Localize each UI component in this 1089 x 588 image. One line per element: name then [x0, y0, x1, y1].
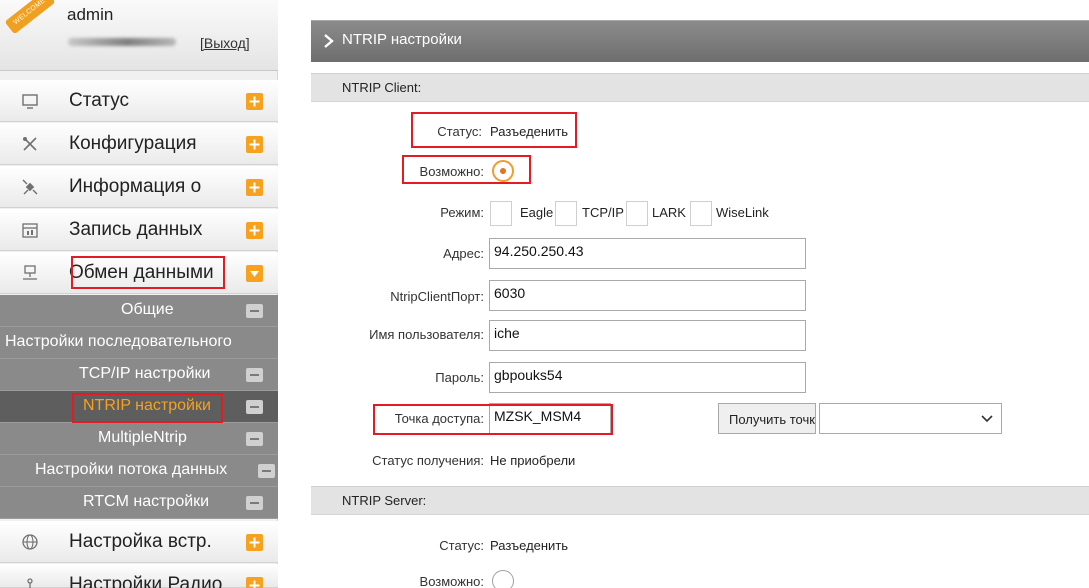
- expand-plus-icon[interactable]: [246, 222, 263, 239]
- port-label: NtripClientПорт:: [390, 289, 484, 304]
- minus-icon: [246, 432, 263, 446]
- tools-icon: [21, 135, 39, 153]
- client-status-value: Разъеденить: [490, 124, 569, 139]
- username-label: Имя пользователя:: [369, 327, 484, 342]
- sidebar-item-label: Настройка встр.: [69, 531, 212, 552]
- submenu-item-tcpip[interactable]: TCP/IP настройки: [0, 359, 278, 391]
- mode-label: Режим:: [440, 205, 484, 220]
- sidebar-item-label: Запись данных: [69, 219, 203, 240]
- sidebar-item-status[interactable]: Статус: [0, 80, 278, 122]
- submenu-item-rtcm[interactable]: RTCM настройки: [0, 487, 278, 519]
- sidebar-item-label: Конфигурация: [69, 133, 197, 154]
- calendar-icon: [21, 221, 39, 239]
- server-enable-radio[interactable]: [492, 570, 514, 588]
- sidebar-item-label: Информация о: [69, 176, 202, 197]
- client-status-label: Статус:: [437, 124, 482, 139]
- mountpoint-label: Точка доступа:: [394, 411, 484, 426]
- mode-checkbox-lark[interactable]: [626, 201, 648, 226]
- logout-link[interactable]: [Выход]: [200, 35, 250, 51]
- sidebar-item-data-exchange[interactable]: Обмен данными: [0, 252, 278, 294]
- submenu-item-label: RTCM настройки: [83, 493, 210, 510]
- page-title-bar: NTRIP настройки: [311, 20, 1089, 62]
- submenu-item-label: MultipleNtrip: [98, 429, 187, 446]
- sidebar-item-builtin-settings[interactable]: Настройка встр.: [0, 521, 278, 563]
- mountpoint-select[interactable]: [819, 403, 1002, 434]
- password-label: Пароль:: [435, 370, 484, 385]
- antenna-icon: [21, 576, 39, 588]
- welcome-badge: WELCOME: [4, 0, 56, 35]
- mode-option-label: TCP/IP: [582, 205, 624, 220]
- submenu-item-label: TCP/IP настройки: [79, 365, 211, 382]
- mode-checkbox-tcpip[interactable]: [555, 201, 577, 226]
- satellite-icon: [21, 178, 39, 196]
- expand-plus-icon[interactable]: [246, 534, 263, 551]
- monitor-icon: [21, 92, 39, 110]
- section-header-ntrip-client: NTRIP Client:: [311, 73, 1089, 102]
- client-enable-radio[interactable]: [492, 160, 514, 182]
- mode-checkbox-eagle[interactable]: [490, 201, 512, 226]
- minus-icon: [258, 464, 275, 478]
- mode-option-label: WiseLink: [716, 205, 769, 220]
- mountpoint-input[interactable]: MZSK_MSM4: [489, 403, 611, 434]
- user-ip-redacted: [68, 38, 176, 46]
- submenu-item-label: Настройки последовательного: [5, 333, 232, 350]
- network-icon: [21, 264, 39, 282]
- sidebar-item-label: Обмен данными: [69, 262, 214, 283]
- user-panel: WELCOME admin [Выход]: [0, 0, 278, 71]
- server-status-value: Разъеденить: [490, 538, 569, 553]
- user-name: admin: [67, 5, 114, 24]
- submenu-item-data-stream[interactable]: Настройки потока данных: [0, 455, 278, 487]
- submenu-item-label: Общие: [121, 301, 174, 318]
- submenu-item-multiplentrip[interactable]: MultipleNtrip: [0, 423, 278, 455]
- minus-icon: [246, 368, 263, 382]
- sidebar-item-satellite-info[interactable]: Информация о: [0, 166, 278, 208]
- collapse-arrow-icon[interactable]: [246, 265, 263, 282]
- expand-plus-icon[interactable]: [246, 136, 263, 153]
- mode-checkbox-wiselink[interactable]: [690, 201, 712, 226]
- submenu-item-label: NTRIP настройки: [83, 397, 211, 414]
- get-mountpoints-button[interactable]: Получить точки: [718, 403, 816, 434]
- expand-plus-icon[interactable]: [246, 577, 263, 588]
- minus-icon: [246, 304, 263, 318]
- minus-icon: [246, 400, 263, 414]
- fetch-status-label: Статус получения:: [372, 453, 484, 468]
- section-title: NTRIP Server:: [342, 493, 427, 508]
- app-root: WELCOME admin [Выход] Статус Конфигураци…: [0, 0, 1089, 588]
- submenu-item-serial[interactable]: Настройки последовательного: [0, 327, 278, 359]
- username-input[interactable]: iche: [489, 320, 806, 351]
- submenu-item-general[interactable]: Общие: [0, 295, 278, 327]
- sidebar-item-radio-settings[interactable]: Настройки Радио: [0, 564, 278, 588]
- sidebar: WELCOME admin [Выход] Статус Конфигураци…: [0, 0, 278, 588]
- fetch-status-value: Не приобрели: [490, 453, 576, 468]
- sidebar-item-configuration[interactable]: Конфигурация: [0, 123, 278, 165]
- sidebar-item-label: Статус: [69, 90, 130, 111]
- password-input[interactable]: gbpouks54: [489, 362, 806, 393]
- sidebar-item-data-logging[interactable]: Запись данных: [0, 209, 278, 251]
- section-title: NTRIP Client:: [342, 80, 422, 95]
- page-title: NTRIP настройки: [342, 31, 462, 48]
- server-status-label: Статус:: [439, 538, 484, 553]
- submenu-item-ntrip[interactable]: NTRIP настройки: [0, 391, 278, 423]
- chevron-right-icon: [322, 32, 336, 50]
- minus-icon: [246, 496, 263, 510]
- port-input[interactable]: 6030: [489, 280, 806, 311]
- globe-icon: [21, 533, 39, 551]
- expand-plus-icon[interactable]: [246, 93, 263, 110]
- server-enable-label: Возможно:: [419, 574, 484, 588]
- address-label: Адрес:: [443, 246, 484, 261]
- address-input[interactable]: 94.250.250.43: [489, 238, 806, 269]
- client-enable-label: Возможно:: [419, 164, 484, 179]
- sidebar-item-label: Настройки Радио: [69, 574, 223, 588]
- mode-option-label: LARK: [652, 205, 686, 220]
- section-header-ntrip-server: NTRIP Server:: [311, 486, 1089, 515]
- mode-option-label: Eagle: [520, 205, 554, 220]
- submenu-item-label: Настройки потока данных: [35, 461, 228, 478]
- expand-plus-icon[interactable]: [246, 179, 263, 196]
